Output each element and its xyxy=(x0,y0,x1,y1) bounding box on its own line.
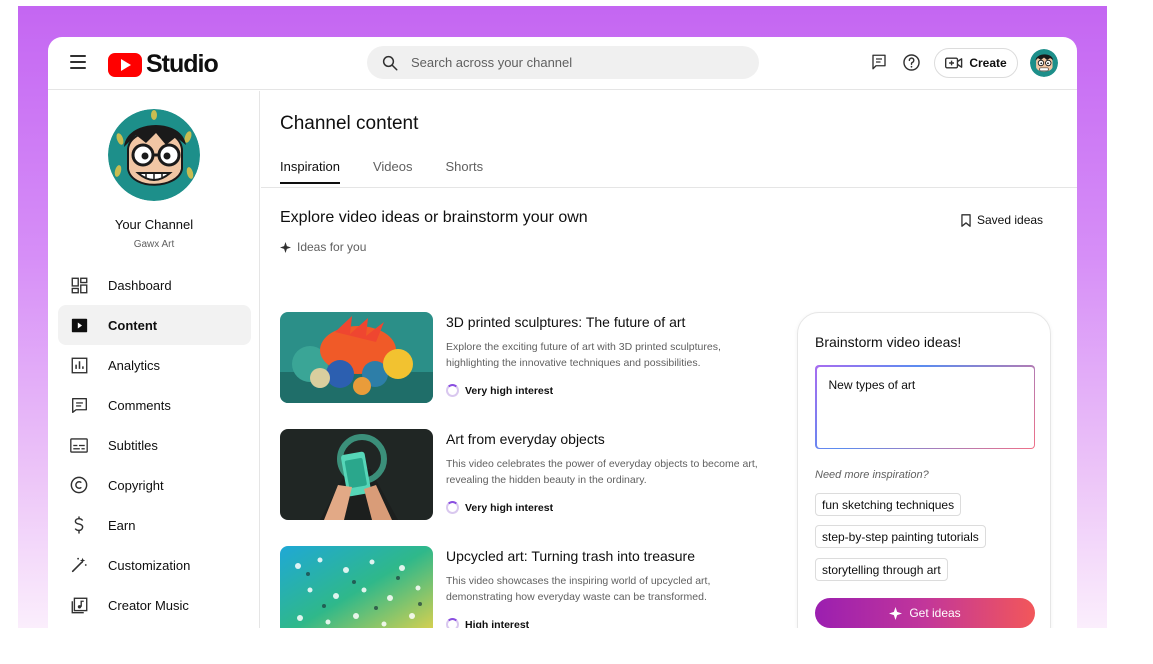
brainstorm-card: Brainstorm video ideas! New types of art… xyxy=(797,312,1051,628)
creator-music-icon xyxy=(70,596,88,614)
idea-title[interactable]: Art from everyday objects xyxy=(446,431,776,447)
interest-indicator: High interest xyxy=(446,618,529,628)
channel-avatar[interactable] xyxy=(108,109,200,201)
interest-label: Very high interest xyxy=(465,384,554,397)
sidebar-item-subtitles[interactable]: Subtitles xyxy=(58,425,251,465)
studio-logo[interactable]: Studio xyxy=(108,50,219,79)
section-title: Explore video ideas or brainstorm your o… xyxy=(280,209,588,226)
menu-icon[interactable] xyxy=(70,55,86,69)
customization-icon xyxy=(70,556,88,574)
sidebar-item-analytics[interactable]: Analytics xyxy=(58,345,251,385)
sidebar: Your Channel Gawx Art Dashboard Content … xyxy=(48,91,260,628)
sidebar-item-content[interactable]: Content xyxy=(58,305,251,345)
idea-description: Explore the exciting future of art with … xyxy=(446,341,721,369)
sidebar-item-label: Comments xyxy=(108,397,171,413)
earn-icon xyxy=(70,516,88,534)
channel-name: Your Channel xyxy=(114,217,194,232)
youtube-play-icon xyxy=(108,52,142,77)
idea-thumbnail[interactable] xyxy=(280,546,433,628)
copyright-icon xyxy=(70,476,88,494)
brainstorm-input-frame: New types of art xyxy=(815,365,1035,449)
create-video-icon xyxy=(945,57,963,69)
content-tabs: Inspiration Videos Shorts xyxy=(280,159,483,184)
comments-icon xyxy=(70,396,88,414)
search-input[interactable] xyxy=(411,55,731,70)
get-ideas-label: Get ideas xyxy=(909,606,961,620)
channel-handle: Gawx Art xyxy=(133,239,175,250)
tab-inspiration[interactable]: Inspiration xyxy=(280,159,340,184)
tab-shorts[interactable]: Shorts xyxy=(446,159,484,184)
tabs-divider xyxy=(261,187,1077,188)
sidebar-item-comments[interactable]: Comments xyxy=(58,385,251,425)
bookmark-icon xyxy=(961,213,971,227)
subtitles-icon xyxy=(70,436,88,454)
sidebar-item-customization[interactable]: Customization xyxy=(58,545,251,585)
sidebar-item-label: Copyright xyxy=(108,477,164,493)
suggestion-chip[interactable]: fun sketching techniques xyxy=(815,493,962,516)
ideas-for-you-label: Ideas for you xyxy=(280,240,366,254)
idea-description: This video showcases the inspiring world… xyxy=(446,575,711,603)
saved-ideas-button[interactable]: Saved ideas xyxy=(961,213,1043,227)
sidebar-item-dashboard[interactable]: Dashboard xyxy=(58,265,251,305)
tab-videos[interactable]: Videos xyxy=(373,159,413,184)
content-icon xyxy=(70,316,88,334)
studio-window: Studio Create xyxy=(48,37,1077,628)
idea-thumbnail[interactable] xyxy=(280,429,433,520)
sidebar-item-label: Creator Music xyxy=(108,597,189,613)
feedback-icon[interactable] xyxy=(868,51,890,73)
sidebar-item-earn[interactable]: Earn xyxy=(58,505,251,545)
sidebar-item-label: Analytics xyxy=(108,357,161,373)
sidebar-item-label: Content xyxy=(108,317,158,333)
sidebar-item-creator-music[interactable]: Creator Music xyxy=(58,585,251,625)
search-bar[interactable] xyxy=(367,46,759,79)
account-avatar[interactable] xyxy=(1030,49,1058,77)
analytics-icon xyxy=(70,356,88,374)
idea-description: This video celebrates the power of every… xyxy=(446,458,758,486)
need-more-inspiration: Need more inspiration? xyxy=(815,469,929,481)
idea-title[interactable]: Upcycled art: Turning trash into treasur… xyxy=(446,548,776,564)
get-ideas-button[interactable]: Get ideas xyxy=(815,598,1035,628)
interest-label: Very high interest xyxy=(465,501,554,514)
suggestion-chip[interactable]: storytelling through art xyxy=(815,558,948,581)
interest-ring-icon xyxy=(446,501,459,514)
idea-thumbnail[interactable] xyxy=(280,312,433,403)
interest-label: High interest xyxy=(465,618,530,629)
sparkle-icon xyxy=(280,241,291,253)
interest-indicator: Very high interest xyxy=(446,384,553,397)
logo-text: Studio xyxy=(146,50,219,78)
saved-ideas-label: Saved ideas xyxy=(977,213,1044,227)
search-icon xyxy=(382,55,398,70)
brainstorm-input[interactable]: New types of art xyxy=(816,366,1034,448)
sidebar-item-label: Dashboard xyxy=(108,277,172,293)
idea-card[interactable]: 3D printed sculptures: The future of art… xyxy=(280,312,780,404)
dashboard-icon xyxy=(70,276,88,294)
sidebar-item-label: Earn xyxy=(108,517,136,533)
create-button[interactable]: Create xyxy=(934,48,1018,78)
page-title: Channel content xyxy=(280,113,419,134)
sidebar-item-label: Customization xyxy=(108,557,191,573)
idea-card[interactable]: Art from everyday objects This video cel… xyxy=(280,429,780,521)
sidebar-nav: Dashboard Content Analytics Comments Sub… xyxy=(58,265,251,625)
idea-title[interactable]: 3D printed sculptures: The future of art xyxy=(446,314,776,330)
ideas-for-you-text: Ideas for you xyxy=(297,240,367,254)
create-label: Create xyxy=(969,56,1007,70)
interest-ring-icon xyxy=(446,618,459,628)
interest-ring-icon xyxy=(446,384,459,397)
suggestion-chip[interactable]: step-by-step painting tutorials xyxy=(815,525,986,548)
main-content: Channel content Inspiration Videos Short… xyxy=(261,91,1077,628)
sidebar-item-label: Subtitles xyxy=(108,437,158,453)
sidebar-item-copyright[interactable]: Copyright xyxy=(58,465,251,505)
interest-indicator: Very high interest xyxy=(446,501,553,514)
help-icon[interactable] xyxy=(900,51,922,73)
top-header: Studio Create xyxy=(48,37,1077,90)
idea-card[interactable]: Upcycled art: Turning trash into treasur… xyxy=(280,546,780,628)
sparkle-icon xyxy=(889,606,903,620)
brainstorm-title: Brainstorm video ideas! xyxy=(815,334,962,350)
